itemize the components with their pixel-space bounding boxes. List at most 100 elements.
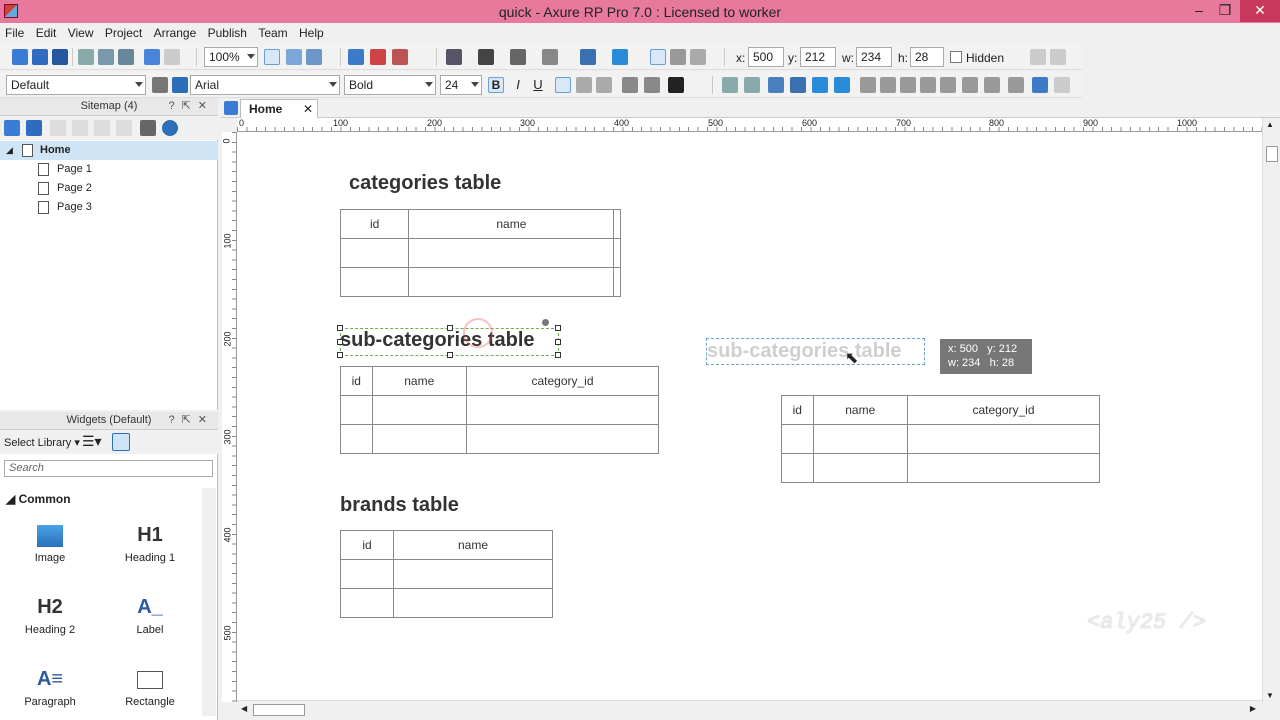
- scroll-down-icon[interactable]: ▼: [1266, 691, 1274, 700]
- panel-controls-icon[interactable]: ?⇱✕: [168, 412, 214, 429]
- hidden-checkbox[interactable]: [950, 51, 962, 63]
- line-style-icon[interactable]: [510, 49, 526, 65]
- resize-handle[interactable]: [555, 325, 561, 331]
- panel-controls-icon[interactable]: ?⇱✕: [168, 98, 214, 115]
- unlock-icon[interactable]: [1050, 49, 1066, 65]
- resize-handle[interactable]: [337, 325, 343, 331]
- search-icon[interactable]: [112, 433, 130, 451]
- style-select[interactable]: Default: [6, 75, 146, 95]
- italic-icon[interactable]: I: [510, 77, 526, 93]
- paste-icon[interactable]: [118, 49, 134, 65]
- design-canvas[interactable]: categories table id name sub-categories t…: [237, 132, 1262, 700]
- select-mode-icon[interactable]: [264, 49, 280, 65]
- align-top-objects-icon[interactable]: [900, 77, 916, 93]
- categories-table[interactable]: id name: [339, 209, 621, 297]
- unlock-position-icon[interactable]: [1054, 77, 1070, 93]
- bold-icon[interactable]: B: [488, 77, 504, 93]
- space-v-icon[interactable]: [984, 77, 1000, 93]
- bullet-list-icon[interactable]: [622, 77, 638, 93]
- menu-team[interactable]: Team: [253, 23, 290, 40]
- menu-file[interactable]: File: [0, 23, 27, 40]
- brands-heading[interactable]: brands table: [340, 494, 459, 517]
- move-up-icon[interactable]: [50, 120, 66, 136]
- align-left-icon[interactable]: [555, 77, 571, 93]
- cut-icon[interactable]: [78, 49, 94, 65]
- connector-mode-icon[interactable]: [286, 49, 302, 65]
- subcategories-heading[interactable]: sub-categories table: [340, 329, 535, 352]
- width-input[interactable]: 234: [856, 47, 892, 67]
- bring-front-icon[interactable]: [812, 77, 828, 93]
- subcategories-table[interactable]: id name category_id: [340, 366, 659, 454]
- restore-button[interactable]: ❐: [1212, 0, 1238, 22]
- shadow-icon[interactable]: [612, 49, 628, 65]
- menu-view[interactable]: View: [63, 23, 97, 40]
- menu-publish[interactable]: Publish: [203, 23, 250, 40]
- move-down-icon[interactable]: [72, 120, 88, 136]
- font-color-icon[interactable]: [668, 77, 684, 93]
- collapse-icon[interactable]: ◢: [6, 141, 13, 160]
- align-right-icon[interactable]: [596, 77, 612, 93]
- line-width-icon[interactable]: [478, 49, 494, 65]
- widget-heading2[interactable]: H2 Heading 2: [10, 590, 90, 636]
- delete-page-icon[interactable]: [140, 120, 156, 136]
- resize-handle[interactable]: [337, 352, 343, 358]
- align-objects-center-icon[interactable]: [744, 77, 760, 93]
- send-back-icon[interactable]: [834, 77, 850, 93]
- menu-help[interactable]: Help: [294, 23, 327, 40]
- widget-image[interactable]: Image: [10, 518, 90, 564]
- resize-handle[interactable]: [555, 352, 561, 358]
- lock-position-icon[interactable]: [1032, 77, 1048, 93]
- menu-arrange[interactable]: Arrange: [149, 23, 200, 40]
- space-h-icon[interactable]: [962, 77, 978, 93]
- subcategories-table-copy[interactable]: id name category_id: [781, 395, 1100, 483]
- link-icon[interactable]: [644, 77, 660, 93]
- copy-icon[interactable]: [98, 49, 114, 65]
- tab-home[interactable]: Home ✕: [240, 99, 318, 118]
- sitemap-item-page3[interactable]: Page 3: [0, 198, 218, 217]
- add-folder-icon[interactable]: [26, 120, 42, 136]
- ungroup-icon[interactable]: [370, 49, 386, 65]
- format-painter-icon[interactable]: [152, 77, 168, 93]
- y-position-input[interactable]: 212: [800, 47, 836, 67]
- underline-icon[interactable]: U: [530, 77, 546, 93]
- page-list-icon[interactable]: [224, 101, 238, 115]
- horizontal-scrollbar[interactable]: ◀ ▶: [237, 700, 1262, 718]
- resize-handle[interactable]: [555, 339, 561, 345]
- lock-icon[interactable]: [1030, 49, 1046, 65]
- sitemap-item-page2[interactable]: Page 2: [0, 179, 218, 198]
- align-center-icon[interactable]: [576, 77, 592, 93]
- order-icon[interactable]: [392, 49, 408, 65]
- align-bottom-objects-icon[interactable]: [940, 77, 956, 93]
- paint-bucket-icon[interactable]: [580, 49, 596, 65]
- select-library-dropdown[interactable]: Select Library ▾: [4, 436, 80, 449]
- outdent-icon[interactable]: [116, 120, 132, 136]
- align-objects-left-icon[interactable]: [722, 77, 738, 93]
- redo-icon[interactable]: [164, 49, 180, 65]
- resize-handle[interactable]: [337, 339, 343, 345]
- scroll-right-icon[interactable]: ▶: [1250, 704, 1256, 713]
- x-position-input[interactable]: 500: [748, 47, 784, 67]
- common-section[interactable]: ◢ Common: [6, 492, 71, 506]
- widgets-scrollbar[interactable]: [202, 488, 216, 716]
- scroll-left-icon[interactable]: ◀: [241, 704, 247, 713]
- fill-color-icon[interactable]: [446, 49, 462, 65]
- sitemap-item-page1[interactable]: Page 1: [0, 160, 218, 179]
- menu-project[interactable]: Project: [100, 23, 145, 40]
- group-icon[interactable]: [348, 49, 364, 65]
- widget-rectangle[interactable]: Rectangle: [110, 662, 190, 708]
- resize-handle[interactable]: [447, 325, 453, 331]
- save-icon[interactable]: [52, 49, 68, 65]
- widget-search-input[interactable]: Search: [4, 460, 213, 477]
- connection-point-icon[interactable]: [306, 49, 322, 65]
- sitemap-item-home[interactable]: ◢ Home: [0, 141, 218, 160]
- close-tab-icon[interactable]: ✕: [303, 102, 313, 116]
- align-bottom-icon[interactable]: [690, 49, 706, 65]
- font-size-select[interactable]: 24: [440, 75, 482, 95]
- brush-icon[interactable]: [172, 77, 188, 93]
- scroll-up-icon[interactable]: ▲: [1266, 120, 1274, 129]
- resize-handle[interactable]: [447, 352, 453, 358]
- search-icon[interactable]: [162, 120, 178, 136]
- undo-icon[interactable]: [144, 49, 160, 65]
- indent-icon[interactable]: [94, 120, 110, 136]
- vertical-scroll-thumb[interactable]: [1266, 146, 1278, 162]
